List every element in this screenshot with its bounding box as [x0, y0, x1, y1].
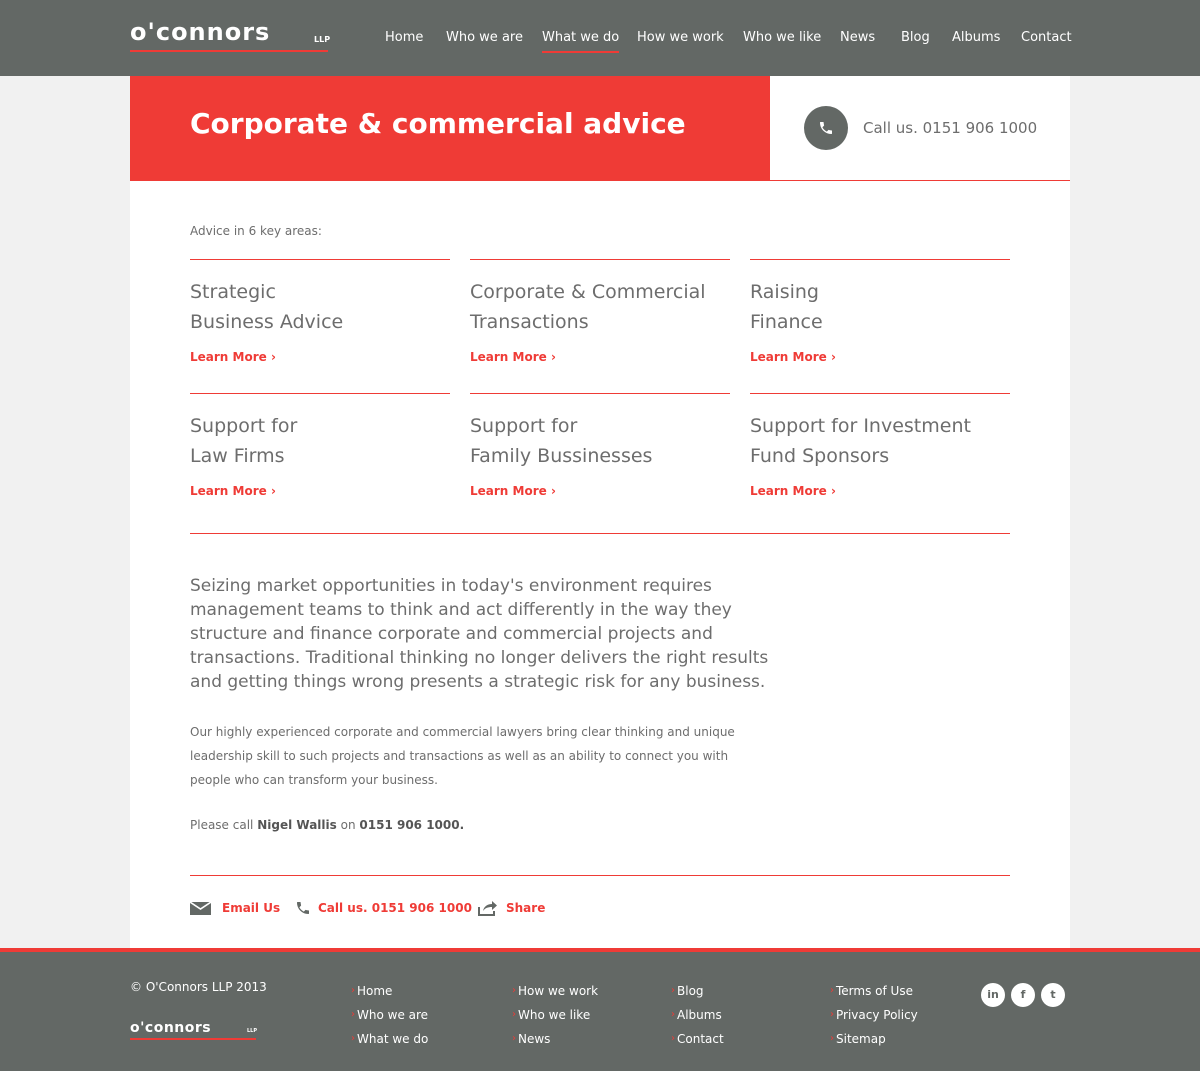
- site-header: o'connors LLP Home Who we are What we do…: [0, 0, 1200, 76]
- learn-more-link[interactable]: Learn More ›: [190, 484, 276, 498]
- page-title: Corporate & commercial advice: [190, 107, 686, 140]
- facebook-icon[interactable]: f: [1011, 983, 1035, 1007]
- area-card: Support for Law Firms Learn More ›: [190, 393, 450, 498]
- footer-link-sitemap[interactable]: Sitemap: [830, 1027, 918, 1051]
- nav-item-who-we-like[interactable]: Who we like: [743, 30, 821, 45]
- learn-more-link[interactable]: Learn More ›: [750, 484, 836, 498]
- logo-suffix: LLP: [314, 35, 331, 44]
- nav-item-albums[interactable]: Albums: [952, 30, 1000, 45]
- area-title-line: Finance: [750, 311, 823, 333]
- call-number: Call us. 0151 906 1000: [863, 119, 1038, 137]
- area-card: Corporate & Commercial Transactions Lear…: [470, 259, 730, 364]
- area-title: Corporate & Commercial Transactions: [470, 277, 740, 337]
- area-title-line: Transactions: [470, 311, 589, 333]
- footer-logo-suffix: LLP: [247, 1028, 258, 1034]
- share-label: Share: [506, 901, 546, 915]
- area-title-line: Business Advice: [190, 311, 344, 333]
- footer-link-contact[interactable]: Contact: [671, 1027, 724, 1051]
- nav-item-contact[interactable]: Contact: [1021, 30, 1072, 45]
- email-us-button[interactable]: Email Us: [190, 900, 280, 918]
- phone-icon: [804, 106, 848, 150]
- footer-link-who-we-like[interactable]: Who we like: [512, 1003, 598, 1027]
- area-title-line: Strategic: [190, 281, 276, 303]
- footer-link-how-we-work[interactable]: How we work: [512, 979, 598, 1003]
- learn-more-link[interactable]: Learn More ›: [190, 350, 276, 364]
- envelope-icon: [190, 901, 211, 915]
- footer-column: How we work Who we like News: [512, 979, 598, 1051]
- footer-link-privacy[interactable]: Privacy Policy: [830, 1003, 918, 1027]
- area-card: Support for Investment Fund Sponsors Lea…: [750, 393, 1010, 498]
- contact-line: Please call Nigel Wallis on 0151 906 100…: [190, 818, 464, 832]
- learn-more-link[interactable]: Learn More ›: [470, 484, 556, 498]
- section-divider: [190, 533, 1010, 534]
- linkedin-glyph: in: [987, 988, 999, 1001]
- footer-link-news[interactable]: News: [512, 1027, 598, 1051]
- area-title: Raising Finance: [750, 277, 1020, 337]
- site-footer: © O'Connors LLP 2013 o'connors LLP Home …: [0, 948, 1200, 1071]
- section-divider: [190, 875, 1010, 876]
- contact-name: Nigel Wallis: [257, 818, 337, 832]
- hero-banner: Corporate & commercial advice: [130, 76, 770, 181]
- site-logo[interactable]: o'connors LLP: [130, 18, 331, 52]
- logo-underline: [130, 50, 328, 52]
- nav-item-how-we-work[interactable]: How we work: [637, 30, 724, 45]
- twitter-icon[interactable]: t: [1041, 983, 1065, 1007]
- twitter-glyph: t: [1050, 988, 1056, 1001]
- footer-logo-underline: [130, 1038, 256, 1040]
- area-title-line: Fund Sponsors: [750, 445, 890, 467]
- share-button[interactable]: Share: [477, 900, 557, 918]
- footer-column: Home Who we are What we do: [351, 979, 428, 1051]
- area-title-line: Raising: [750, 281, 819, 303]
- nav-item-home[interactable]: Home: [385, 30, 423, 45]
- contact-phone: 0151 906 1000.: [359, 818, 465, 832]
- footer-link-home[interactable]: Home: [351, 979, 428, 1003]
- email-us-label: Email Us: [222, 901, 281, 915]
- area-title: Strategic Business Advice: [190, 277, 460, 337]
- nav-item-news[interactable]: News: [840, 30, 875, 45]
- footer-link-who-we-are[interactable]: Who we are: [351, 1003, 428, 1027]
- content-panel: Corporate & commercial advice Call us. 0…: [130, 76, 1070, 948]
- area-title-line: Support for: [190, 415, 298, 437]
- nav-item-blog[interactable]: Blog: [901, 30, 930, 45]
- copyright: © O'Connors LLP 2013: [130, 980, 267, 994]
- facebook-glyph: f: [1020, 988, 1026, 1001]
- area-title-line: Support for Investment: [750, 415, 971, 437]
- area-card: Support for Family Bussinesses Learn Mor…: [470, 393, 730, 498]
- call-box[interactable]: Call us. 0151 906 1000: [770, 76, 1070, 181]
- area-title: Support for Family Bussinesses: [470, 411, 740, 471]
- area-card: Raising Finance Learn More ›: [750, 259, 1010, 364]
- learn-more-link[interactable]: Learn More ›: [750, 350, 836, 364]
- intro-text: Advice in 6 key areas:: [190, 224, 322, 238]
- nav-item-who-we-are[interactable]: Who we are: [446, 30, 523, 45]
- body-paragraph: Our highly experienced corporate and com…: [190, 725, 735, 787]
- footer-column: Blog Albums Contact: [671, 979, 724, 1051]
- nav-item-what-we-do[interactable]: What we do: [542, 30, 620, 53]
- footer-logo-text: o'connors: [130, 1020, 212, 1036]
- call-us-button[interactable]: Call us. 0151 906 1000: [295, 900, 472, 918]
- call-us-label: Call us. 0151 906 1000: [318, 901, 472, 915]
- footer-column: Terms of Use Privacy Policy Sitemap: [830, 979, 918, 1051]
- area-card: Strategic Business Advice Learn More ›: [190, 259, 450, 364]
- lead-paragraph: Seizing market opportunities in today's …: [190, 576, 769, 692]
- area-title-line: Corporate & Commercial: [470, 281, 706, 303]
- linkedin-icon[interactable]: in: [981, 983, 1005, 1007]
- contact-on: on: [340, 818, 356, 832]
- footer-logo[interactable]: o'connors LLP: [130, 1020, 260, 1042]
- area-title: Support for Law Firms: [190, 411, 460, 471]
- share-icon: [478, 901, 497, 916]
- phone-icon: [297, 902, 309, 914]
- area-title-line: Family Bussinesses: [470, 445, 653, 467]
- footer-link-what-we-do[interactable]: What we do: [351, 1027, 428, 1051]
- logo-text: o'connors: [130, 18, 271, 46]
- footer-link-albums[interactable]: Albums: [671, 1003, 724, 1027]
- contact-prefix: Please call: [190, 818, 254, 832]
- footer-link-terms[interactable]: Terms of Use: [830, 979, 918, 1003]
- area-title-line: Support for: [470, 415, 578, 437]
- area-title-line: Law Firms: [190, 445, 285, 467]
- area-title: Support for Investment Fund Sponsors: [750, 411, 1020, 471]
- footer-link-blog[interactable]: Blog: [671, 979, 724, 1003]
- learn-more-link[interactable]: Learn More ›: [470, 350, 556, 364]
